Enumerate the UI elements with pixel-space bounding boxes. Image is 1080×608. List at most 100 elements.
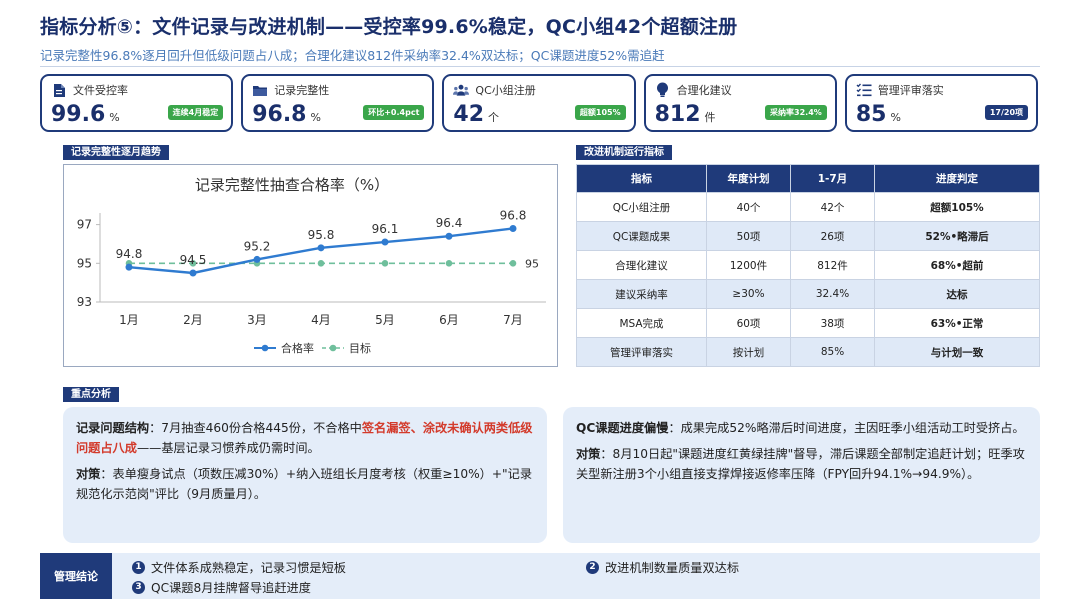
kpi-card-suggestions: 合理化建议 812 件 采纳率32.4% xyxy=(643,74,837,132)
table-row: 合理化建议 1200件 812件 68%•超前 xyxy=(576,250,1040,280)
analysis-section-label: 重点分析 xyxy=(63,387,119,402)
number-badge: 3 xyxy=(132,580,145,594)
conclusion-text: 改进机制数量质量双达标 xyxy=(605,561,740,575)
chart-legend: 合格率 目标 xyxy=(254,341,371,355)
table-cell: 38项 xyxy=(790,308,875,338)
analysis-lead: 对策 xyxy=(576,447,601,461)
table-header-cell: 指标 xyxy=(576,164,707,193)
kpi-label: 文件受控率 xyxy=(73,84,128,97)
y-tick-label: 93 xyxy=(77,295,92,309)
analysis-paragraph: 对策：8月10日起"课题进度红黄绿挂牌"督导，滞后课题全部制定追赶计划；旺季攻关… xyxy=(576,444,1027,484)
conclusion-bar: 管理结论 1 文件体系成熟稳定，记录习惯是短板 2 改进机制数量质量双达标 3 … xyxy=(40,553,1040,599)
actual-point xyxy=(125,263,133,271)
table-row: 建议采纳率 ≥30% 32.4% 达标 xyxy=(576,279,1040,309)
analysis-text: ：8月10日起"课题进度红黄绿挂牌"督导，滞后课题全部制定追赶计划；旺季攻关型新… xyxy=(576,447,1025,481)
kpi-unit: % xyxy=(310,111,321,124)
table-row: 管理评审落实 按计划 85% 与计划一致 xyxy=(576,337,1040,367)
data-label: 94.8 xyxy=(116,247,143,261)
kpi-card-record-completeness: 记录完整性 96.8% 环比+0.4pct xyxy=(241,74,435,132)
folder-icon xyxy=(252,82,268,98)
kpi-value: 99.6 xyxy=(51,102,106,127)
kpi-badge: 17/20项 xyxy=(984,105,1029,120)
table-cell: 建议采纳率 xyxy=(576,279,707,309)
people-icon xyxy=(453,82,470,98)
document-icon xyxy=(51,82,67,98)
kpi-card-qc-groups: QC小组注册 42 个 超额105% xyxy=(442,74,636,132)
table-header-cell: 进度判定 xyxy=(874,164,1040,193)
table-header-cell: 年度计划 xyxy=(706,164,791,193)
table-cell: 812件 xyxy=(790,250,875,280)
kpi-unit: % xyxy=(890,111,901,124)
analysis-lead: 对策 xyxy=(76,467,101,481)
kpi-badge: 采纳率32.4% xyxy=(765,105,827,120)
x-tick-label: 2月 xyxy=(183,313,203,327)
table-row: MSA完成 60项 38项 63%•正常 xyxy=(576,308,1040,338)
data-label: 95.2 xyxy=(244,239,271,253)
y-tick-label: 97 xyxy=(77,218,92,232)
kpi-badge: 超额105% xyxy=(574,105,626,120)
kpi-value: 96.8 xyxy=(252,102,307,127)
table-row: QC小组注册 40个 42个 超额105% xyxy=(576,192,1040,222)
kpi-label: 记录完整性 xyxy=(274,84,330,97)
legend-marker-target xyxy=(329,344,337,352)
table-cell: 按计划 xyxy=(706,337,791,367)
legend-label-target: 目标 xyxy=(349,341,371,355)
y-tick-label: 95 xyxy=(77,256,92,270)
x-tick-label: 3月 xyxy=(247,313,267,327)
conclusion-text: 文件体系成熟稳定，记录习惯是短板 xyxy=(151,561,346,575)
status-cell: 超额105% xyxy=(874,192,1040,222)
table-cell: 42个 xyxy=(790,192,875,222)
table-header-row: 指标 年度计划 1-7月 进度判定 xyxy=(576,164,1040,193)
x-tick-label: 7月 xyxy=(503,313,523,327)
line-chart: 记录完整性抽查合格率（%） 93 95 97 1月 2月 3月 4月 5月 6月 7月 95 94.… xyxy=(77,176,546,355)
kpi-badge: 环比+0.4pct xyxy=(363,105,425,120)
x-tick-label: 4月 xyxy=(311,313,331,327)
line-chart-panel: 记录完整性抽查合格率（%） 93 95 97 1月 2月 3月 4月 5月 6月 7月 95 94.… xyxy=(63,164,558,367)
analysis-lead: QC课题进度偏慢 xyxy=(576,421,669,435)
table-cell: 1200件 xyxy=(706,250,791,280)
kpi-value: 812 xyxy=(654,102,701,127)
x-tick-label: 5月 xyxy=(375,313,395,327)
table-section-label: 改进机制运行指标 xyxy=(576,145,672,160)
analysis-paragraph: 记录问题结构：7月抽查460份合格445份，不合格中签名漏签、涂改未确认两类低级… xyxy=(76,418,534,458)
analysis-text: ：表单瘦身试点（项数压减30%）+纳入班组长月度考核（权重≥10%）+"记录规范… xyxy=(76,467,533,501)
x-tick-label: 6月 xyxy=(439,313,459,327)
data-label: 96.4 xyxy=(436,216,463,230)
target-point xyxy=(381,260,389,267)
kpi-unit: 个 xyxy=(488,111,500,124)
table-cell: 26项 xyxy=(790,221,875,251)
conclusion-item: 1 文件体系成熟稳定，记录习惯是短板 xyxy=(132,558,346,576)
conclusion-item: 3 QC课题8月挂牌督导追赶进度 xyxy=(132,578,311,596)
table-cell: 合理化建议 xyxy=(576,250,707,280)
page-subtitle: 记录完整性96.8%逐月回升但低级问题占八成；合理化建议812件采纳率32.4%… xyxy=(40,48,665,63)
metrics-table: 指标 年度计划 1-7月 进度判定 QC小组注册 40个 42个 超额105% … xyxy=(576,164,1040,367)
kpi-card-file-control: 文件受控率 99.6% 连续4月稳定 xyxy=(40,74,234,132)
chart-marks: 95 94.8 94.5 95.2 95.8 96.1 96.4 96.8 xyxy=(116,208,539,277)
status-cell: 68%•超前 xyxy=(874,250,1040,280)
page-title: 指标分析⑤：文件记录与改进机制——受控率99.6%稳定，QC小组42个超额注册 xyxy=(40,16,738,38)
conclusion-label: 管理结论 xyxy=(40,553,112,599)
analysis-text: ——基层记录习惯养成仍需时间。 xyxy=(136,441,320,455)
actual-point xyxy=(509,224,517,232)
conclusion-item: 2 改进机制数量质量双达标 xyxy=(586,558,739,576)
chart-title: 记录完整性抽查合格率（%） xyxy=(195,176,389,194)
table-cell: QC课题成果 xyxy=(576,221,707,251)
target-point xyxy=(317,260,325,267)
target-point xyxy=(445,260,453,267)
kpi-value: 85 xyxy=(855,102,887,127)
table-cell: 60项 xyxy=(706,308,791,338)
kpi-badge: 连续4月稳定 xyxy=(167,105,224,120)
kpi-card-mgmt-review: 管理评审落实 85% 17/20项 xyxy=(844,74,1039,132)
lightbulb-icon xyxy=(655,82,671,98)
table-cell: 管理评审落实 xyxy=(576,337,707,367)
table-cell: MSA完成 xyxy=(576,308,707,338)
chart-section-label: 记录完整性逐月趋势 xyxy=(63,145,169,160)
status-cell: 达标 xyxy=(874,279,1040,309)
data-label: 96.1 xyxy=(372,222,399,236)
target-end-label: 95 xyxy=(525,257,539,270)
x-tick-label: 1月 xyxy=(119,313,139,327)
table-header-cell: 1-7月 xyxy=(790,164,875,193)
table-cell: 32.4% xyxy=(790,279,875,309)
table-cell: 85% xyxy=(790,337,875,367)
checklist-icon xyxy=(856,82,872,98)
